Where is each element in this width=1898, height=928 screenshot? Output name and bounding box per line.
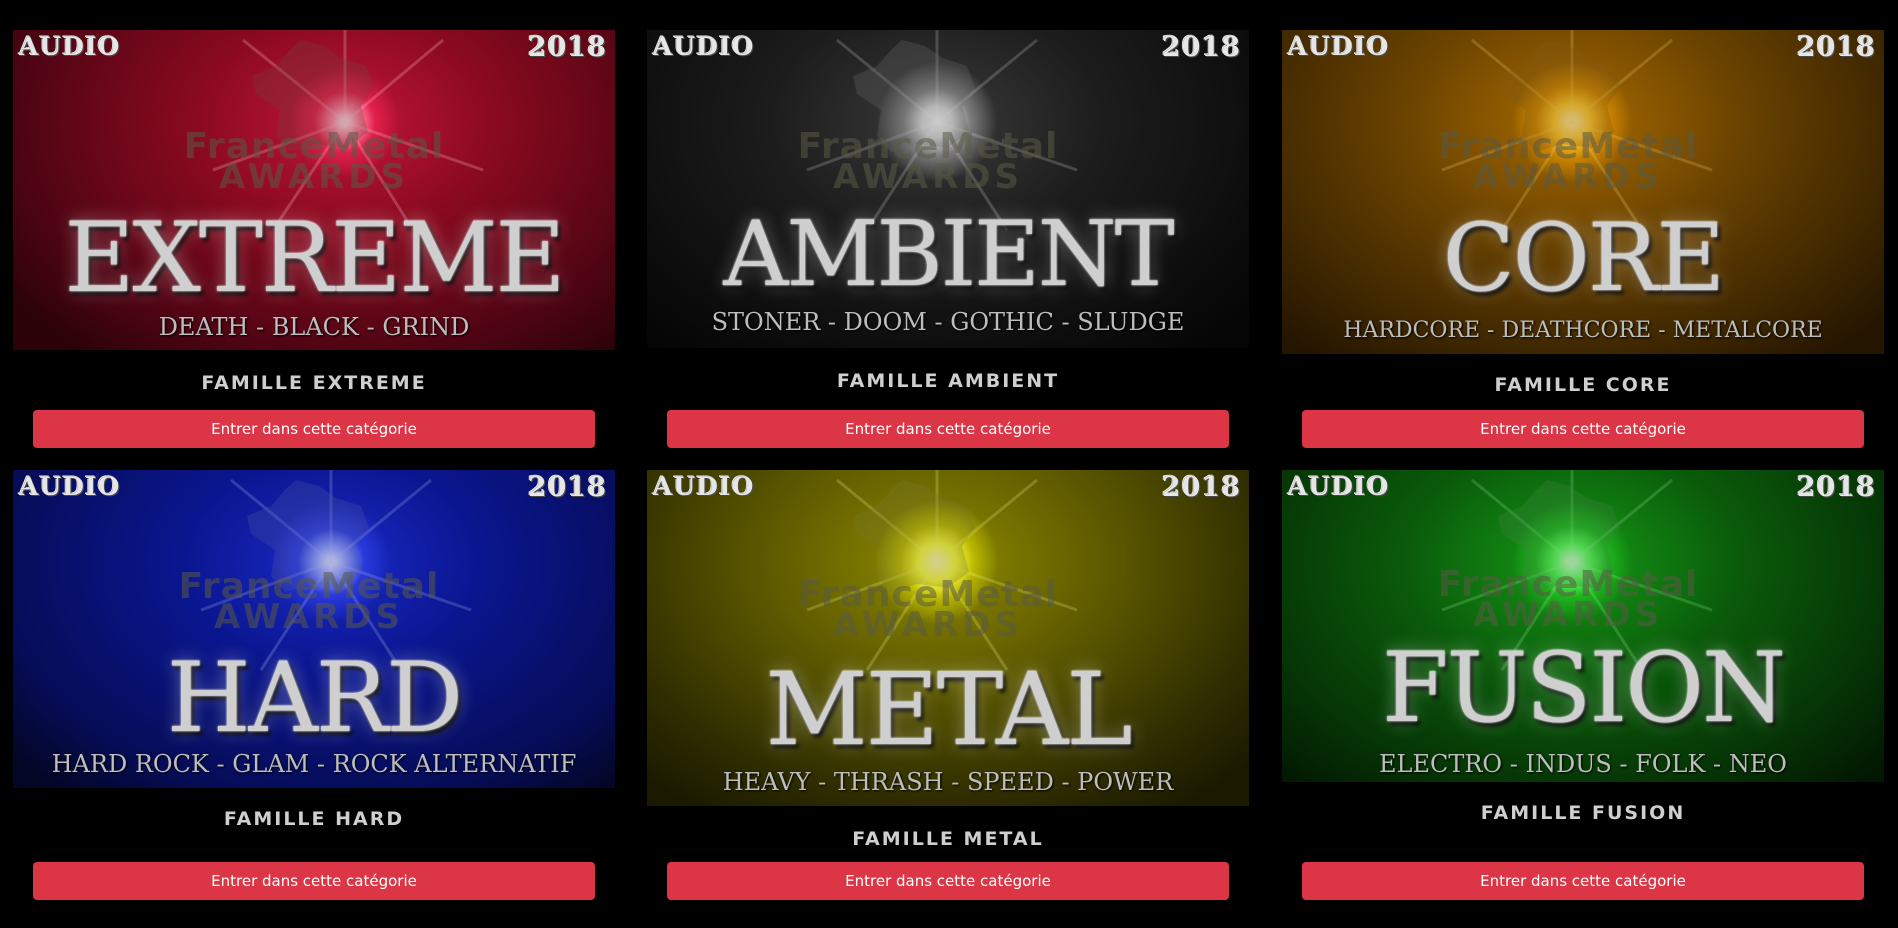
francemetal-awards-logo: FranceMetal AWARDS bbox=[1437, 564, 1699, 635]
family-label: FAMILLE METAL bbox=[852, 828, 1044, 850]
category-banner-image[interactable]: FranceMetal AWARDS AUDIO 2018 METAL HEAV… bbox=[647, 470, 1249, 806]
family-label: FAMILLE EXTREME bbox=[201, 372, 427, 394]
genre-title: METAL bbox=[765, 651, 1132, 768]
genre-title: CORE bbox=[1442, 204, 1725, 313]
category-card-hard: FranceMetal AWARDS AUDIO 2018 HARD HARD … bbox=[13, 470, 615, 910]
year-tag: 2018 bbox=[1796, 32, 1876, 63]
subgenres-label: ELECTRO - INDUS - FOLK - NEO bbox=[1379, 750, 1787, 778]
francemetal-awards-logo: FranceMetal AWARDS bbox=[797, 574, 1059, 645]
family-label: FAMILLE FUSION bbox=[1480, 802, 1686, 824]
audio-tag: AUDIO bbox=[1288, 32, 1390, 61]
francemetal-awards-logo: FranceMetal AWARDS bbox=[797, 126, 1059, 197]
family-label: FAMILLE HARD bbox=[223, 808, 405, 830]
enter-category-button[interactable]: Entrer dans cette catégorie bbox=[33, 410, 595, 448]
year-tag: 2018 bbox=[527, 32, 607, 63]
category-card-extreme: FranceMetal AWARDS AUDIO 2018 EXTREME DE… bbox=[13, 30, 615, 450]
enter-category-button[interactable]: Entrer dans cette catégorie bbox=[33, 862, 595, 900]
year-tag: 2018 bbox=[1161, 32, 1241, 63]
year-tag: 2018 bbox=[1796, 472, 1876, 503]
subgenres-label: HEAVY - THRASH - SPEED - POWER bbox=[722, 768, 1174, 796]
category-card-core: FranceMetal AWARDS AUDIO 2018 CORE HARDC… bbox=[1282, 30, 1884, 450]
family-label: FAMILLE CORE bbox=[1494, 374, 1672, 396]
enter-category-button[interactable]: Entrer dans cette catégorie bbox=[1302, 862, 1864, 900]
category-banner-image[interactable]: FranceMetal AWARDS AUDIO 2018 CORE HARDC… bbox=[1282, 30, 1884, 354]
subgenres-label: STONER - DOOM - GOTHIC - SLUDGE bbox=[711, 308, 1185, 336]
category-card-metal: FranceMetal AWARDS AUDIO 2018 METAL HEAV… bbox=[647, 470, 1249, 910]
category-banner-image[interactable]: FranceMetal AWARDS AUDIO 2018 FUSION ELE… bbox=[1282, 470, 1884, 782]
audio-tag: AUDIO bbox=[1288, 472, 1390, 501]
audio-tag: AUDIO bbox=[653, 472, 755, 501]
genre-title: EXTREME bbox=[64, 202, 565, 314]
francemetal-awards-logo: FranceMetal AWARDS bbox=[178, 566, 440, 637]
category-banner-image[interactable]: FranceMetal AWARDS AUDIO 2018 AMBIENT ST… bbox=[647, 30, 1249, 348]
subgenres-label: HARD ROCK - GLAM - ROCK ALTERNATIF bbox=[51, 750, 577, 778]
enter-category-button[interactable]: Entrer dans cette catégorie bbox=[667, 862, 1229, 900]
category-banner-image[interactable]: FranceMetal AWARDS AUDIO 2018 HARD HARD … bbox=[13, 470, 615, 788]
audio-tag: AUDIO bbox=[19, 472, 121, 501]
francemetal-awards-logo: FranceMetal AWARDS bbox=[183, 126, 445, 197]
enter-category-button[interactable]: Entrer dans cette catégorie bbox=[1302, 410, 1864, 448]
family-label: FAMILLE AMBIENT bbox=[836, 370, 1060, 392]
enter-category-button[interactable]: Entrer dans cette catégorie bbox=[667, 410, 1229, 448]
subgenres-label: DEATH - BLACK - GRIND bbox=[158, 313, 470, 341]
subgenres-label: HARDCORE - DEATHCORE - METALCORE bbox=[1343, 318, 1823, 343]
category-card-ambient: FranceMetal AWARDS AUDIO 2018 AMBIENT ST… bbox=[647, 30, 1249, 450]
genre-title: HARD bbox=[166, 642, 463, 754]
genre-title: AMBIENT bbox=[723, 202, 1174, 307]
category-banner-image[interactable]: FranceMetal AWARDS AUDIO 2018 EXTREME DE… bbox=[13, 30, 615, 350]
year-tag: 2018 bbox=[1161, 472, 1241, 503]
francemetal-awards-logo: FranceMetal AWARDS bbox=[1437, 126, 1699, 197]
category-card-fusion: FranceMetal AWARDS AUDIO 2018 FUSION ELE… bbox=[1282, 470, 1884, 910]
audio-tag: AUDIO bbox=[653, 32, 755, 61]
genre-title: FUSION bbox=[1382, 632, 1786, 744]
audio-tag: AUDIO bbox=[19, 32, 121, 61]
year-tag: 2018 bbox=[527, 472, 607, 503]
